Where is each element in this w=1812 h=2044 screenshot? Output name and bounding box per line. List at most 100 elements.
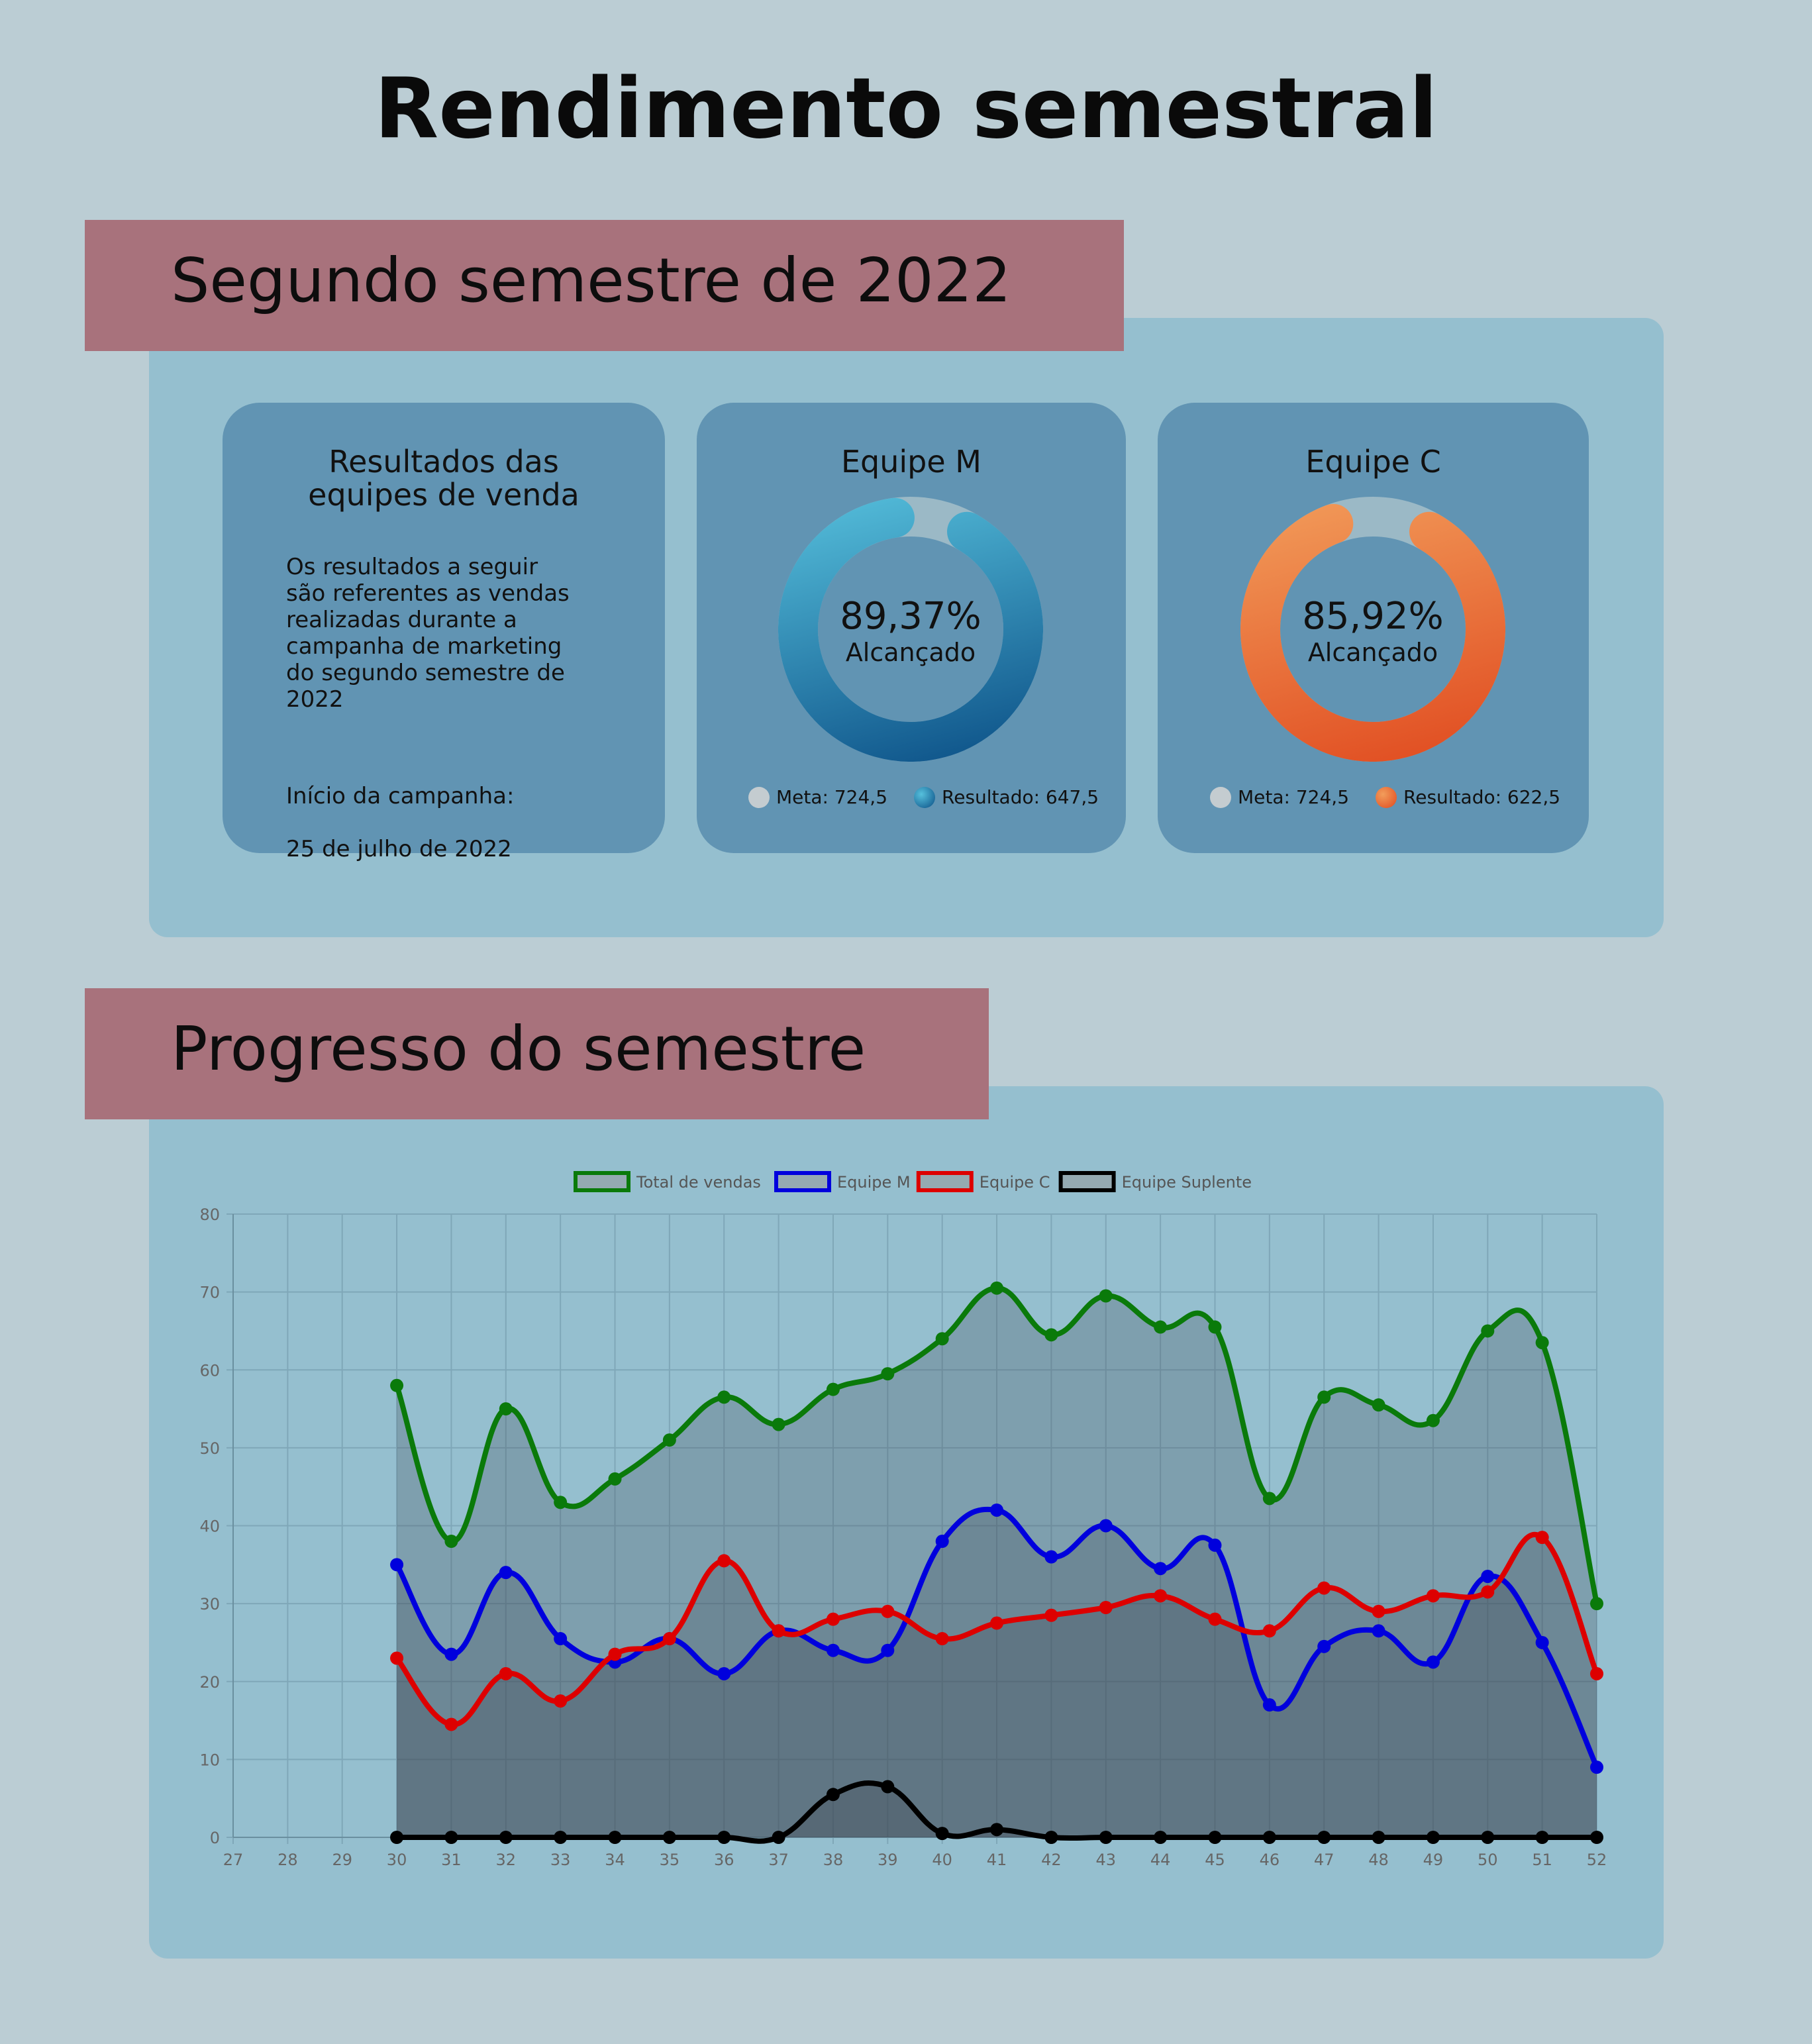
data-point <box>1317 1639 1331 1653</box>
x-tick-label: 52 <box>1587 1851 1607 1869</box>
data-point <box>499 1402 513 1416</box>
data-point <box>1535 1831 1549 1844</box>
data-point <box>1099 1601 1113 1615</box>
data-point <box>390 1378 404 1392</box>
data-point <box>881 1643 895 1657</box>
legend-swatch <box>1058 1171 1116 1192</box>
meta-dot-icon <box>1210 786 1231 808</box>
y-tick-label: 0 <box>210 1829 220 1847</box>
data-point <box>1372 1831 1385 1844</box>
data-point <box>1044 1550 1058 1564</box>
data-point <box>881 1780 895 1794</box>
data-point <box>935 1535 949 1549</box>
x-tick-label: 50 <box>1478 1851 1498 1869</box>
x-tick-label: 45 <box>1205 1851 1225 1869</box>
data-point <box>1317 1581 1331 1595</box>
team-m-title: Equipe M <box>840 444 981 480</box>
data-point <box>1426 1831 1440 1844</box>
data-point <box>881 1604 895 1618</box>
legend-swatch <box>916 1171 974 1192</box>
data-point <box>1208 1320 1222 1334</box>
data-point <box>662 1831 676 1844</box>
x-tick-label: 38 <box>823 1851 844 1869</box>
data-point <box>390 1558 404 1572</box>
team-m-donut: 89,37% Alcançado <box>778 497 1043 762</box>
team-m-meta: Meta: 724,5 <box>776 786 888 808</box>
data-point <box>1208 1538 1222 1552</box>
data-point <box>1044 1608 1058 1622</box>
data-point <box>1317 1390 1331 1404</box>
data-point <box>1372 1624 1385 1638</box>
x-tick-label: 34 <box>605 1851 625 1869</box>
data-point <box>444 1535 458 1549</box>
section-banner-semester: Segundo semestre de 2022 <box>85 220 1124 351</box>
team-m-result: Resultado: 647,5 <box>942 786 1099 808</box>
data-point <box>1262 1492 1276 1506</box>
team-c-title: Equipe C <box>1305 444 1441 480</box>
x-tick-label: 44 <box>1150 1851 1171 1869</box>
x-tick-label: 30 <box>387 1851 407 1869</box>
data-point <box>608 1472 622 1486</box>
data-point <box>1426 1589 1440 1603</box>
x-tick-label: 37 <box>768 1851 789 1869</box>
info-card-title: Resultados das equipes de venda <box>223 445 665 511</box>
team-c-legend-result: Resultado: 622,5 <box>1376 786 1560 808</box>
data-point <box>444 1831 458 1844</box>
data-point <box>1154 1320 1168 1334</box>
data-point <box>1099 1519 1113 1533</box>
team-m-legend: Meta: 724,5 Resultado: 647,5 <box>748 786 1125 808</box>
data-point <box>1208 1831 1222 1844</box>
team-m-percent: 89,37% <box>840 595 981 638</box>
data-point <box>444 1647 458 1661</box>
data-point <box>1481 1324 1495 1338</box>
result-dot-icon <box>1376 786 1397 808</box>
team-m-donut-label: 89,37% Alcançado <box>778 595 1043 667</box>
info-card-title-line1: Resultados das <box>328 444 559 480</box>
y-tick-label: 40 <box>199 1517 220 1536</box>
data-point <box>1044 1328 1058 1342</box>
x-tick-label: 47 <box>1314 1851 1334 1869</box>
data-point <box>554 1632 568 1646</box>
y-tick-label: 70 <box>199 1284 220 1302</box>
team-c-status: Alcançado <box>1307 638 1438 667</box>
data-point <box>1426 1655 1440 1669</box>
data-point <box>826 1643 840 1657</box>
data-point <box>499 1831 513 1844</box>
result-dot-icon <box>914 786 936 808</box>
data-point <box>1535 1531 1549 1545</box>
team-c-meta: Meta: 724,5 <box>1238 786 1350 808</box>
data-point <box>717 1666 731 1680</box>
y-tick-label: 80 <box>199 1205 220 1224</box>
data-point <box>1590 1666 1603 1680</box>
legend-label: Equipe C <box>980 1173 1050 1192</box>
data-point <box>1262 1624 1276 1638</box>
data-point <box>554 1496 568 1509</box>
x-tick-label: 33 <box>550 1851 571 1869</box>
x-tick-label: 31 <box>441 1851 462 1869</box>
team-c-percent: 85,92% <box>1302 595 1444 638</box>
x-tick-label: 46 <box>1260 1851 1280 1869</box>
data-point <box>499 1566 513 1580</box>
campaign-start-date: 25 de julho de 2022 <box>286 836 512 862</box>
data-point <box>1426 1413 1440 1427</box>
info-card-body: Os resultados a seguir são referentes as… <box>286 554 570 713</box>
x-tick-label: 32 <box>496 1851 517 1869</box>
legend-swatch <box>574 1171 630 1192</box>
data-point <box>717 1390 731 1404</box>
data-point <box>990 1823 1004 1837</box>
data-point <box>717 1831 731 1844</box>
x-tick-label: 49 <box>1423 1851 1444 1869</box>
team-c-legend-meta: Meta: 724,5 <box>1210 786 1349 808</box>
data-point <box>390 1651 404 1665</box>
data-point <box>772 1831 785 1844</box>
data-point <box>1481 1831 1495 1844</box>
data-point <box>990 1616 1004 1630</box>
progress-line-chart: 0 10 20 30 40 50 60 70 80 27 28 29 30 31 32 33 34 35 36 37 3… <box>199 1171 1607 1869</box>
data-point <box>990 1281 1004 1295</box>
section-title-semester: Segundo semestre de 2022 <box>171 245 1011 316</box>
data-point <box>1154 1562 1168 1576</box>
data-point <box>1590 1831 1603 1844</box>
x-tick-label: 27 <box>223 1851 244 1869</box>
x-tick-label: 28 <box>277 1851 298 1869</box>
legend-label: Equipe Suplente <box>1122 1173 1252 1192</box>
